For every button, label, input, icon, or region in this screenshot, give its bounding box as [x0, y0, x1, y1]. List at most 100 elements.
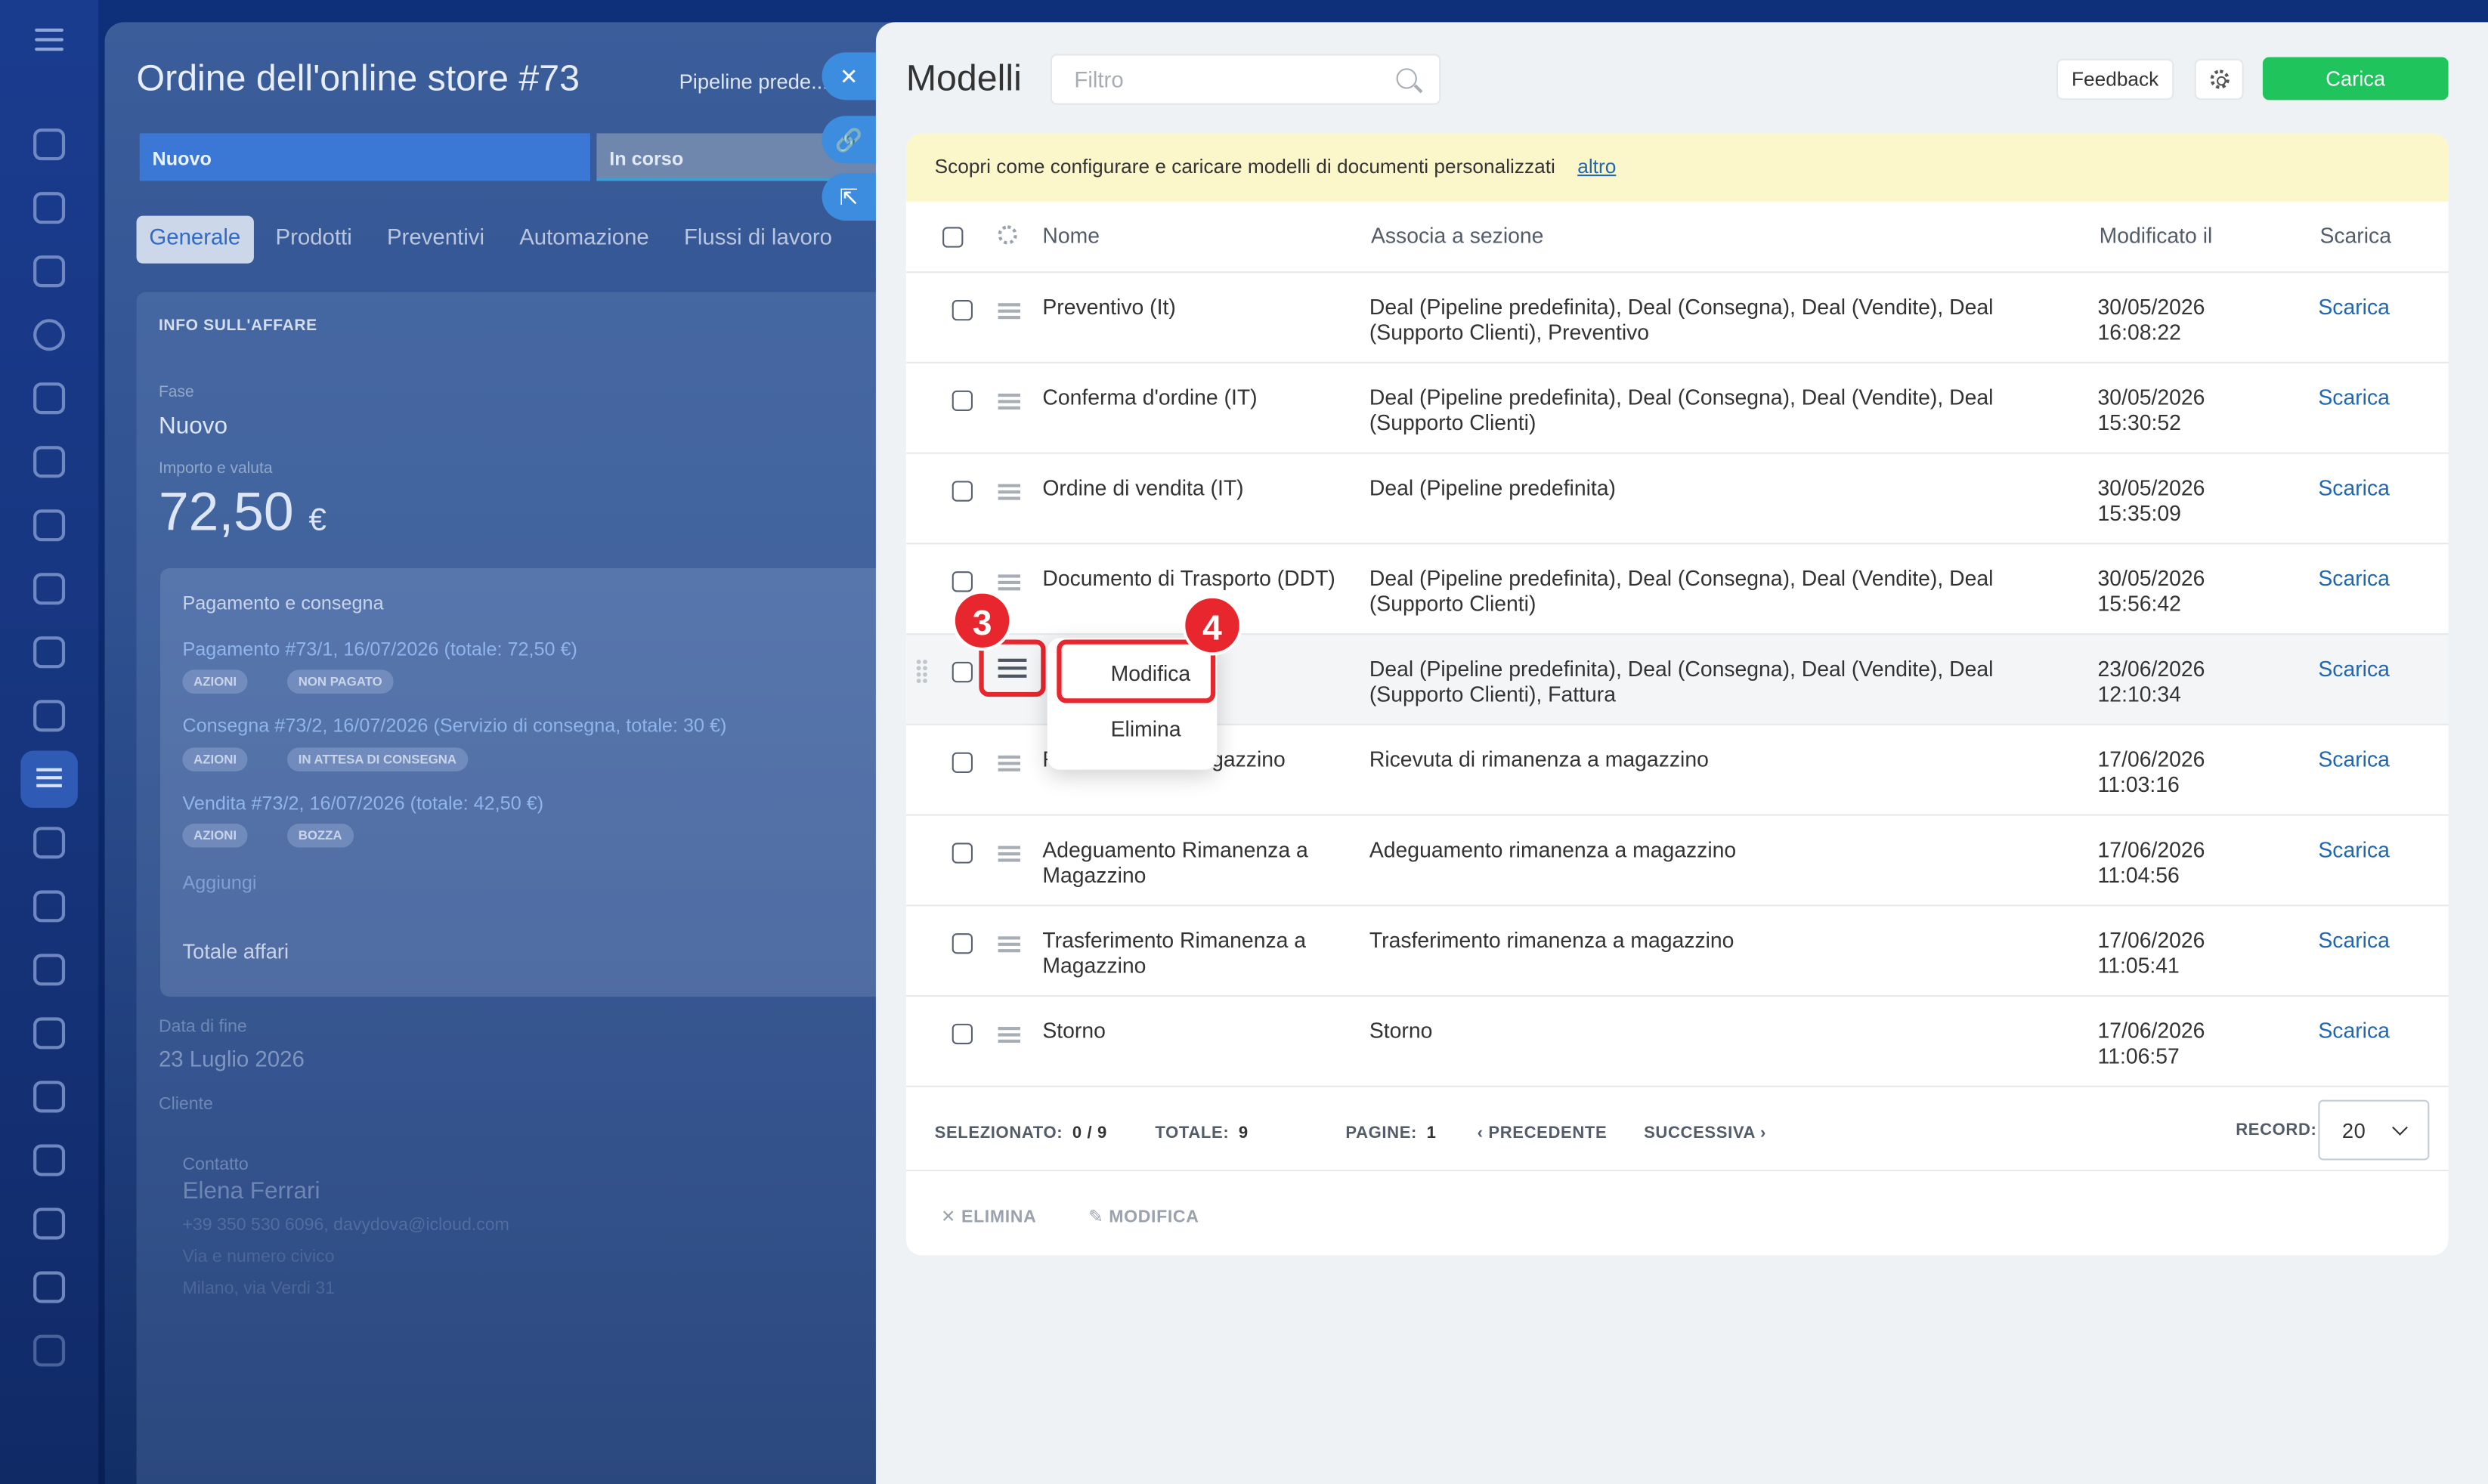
deal-pipeline[interactable]: Pipeline prede...: [679, 70, 828, 94]
end-date-value[interactable]: 23 Luglio 2026: [159, 1046, 305, 1071]
row-checkbox[interactable]: [952, 481, 973, 502]
next-page-button[interactable]: SUCCESSIVA ›: [1644, 1124, 1766, 1142]
activity-icon[interactable]: [33, 128, 66, 161]
hamburger-menu-icon[interactable]: [35, 28, 63, 51]
menu-item-delete[interactable]: Elimina: [1111, 717, 1181, 741]
chat-icon[interactable]: [33, 192, 66, 224]
stage-new[interactable]: Nuovo: [139, 133, 591, 181]
contact-info[interactable]: +39 350 530 6096, davydova@icloud.com: [182, 1216, 509, 1235]
template-name[interactable]: Conferma d'ordine (IT): [1042, 385, 1344, 411]
bulk-edit-button[interactable]: ✎ MODIFICA: [1088, 1206, 1199, 1226]
payment-link[interactable]: Pagamento #73/1, 16/07/2026 (totale: 72,…: [182, 638, 577, 660]
row-menu-icon[interactable]: [998, 393, 1020, 410]
download-link[interactable]: Scarica: [2318, 838, 2390, 862]
download-link[interactable]: Scarica: [2318, 657, 2390, 682]
row-menu-icon[interactable]: [998, 936, 1020, 953]
download-link[interactable]: Scarica: [2318, 385, 2390, 410]
prev-page-button[interactable]: ‹ PRECEDENTE: [1478, 1124, 1608, 1142]
filter-box[interactable]: [1050, 54, 1441, 105]
template-name[interactable]: Preventivo (It): [1042, 295, 1344, 321]
crm-icon[interactable]: [33, 382, 66, 415]
delivery-link[interactable]: Consegna #73/2, 16/07/2026 (Servizio di …: [182, 714, 726, 736]
inbox-icon[interactable]: [33, 700, 66, 732]
row-checkbox[interactable]: [952, 933, 973, 954]
table-row[interactable]: Documento di Trasporto (DDT) Deal (Pipel…: [905, 543, 2449, 633]
template-name[interactable]: Trasferimento Rimanenza a Magazzino: [1042, 929, 1344, 979]
row-menu-icon[interactable]: [998, 303, 1020, 320]
row-checkbox[interactable]: [952, 1023, 973, 1045]
cart-icon[interactable]: [33, 827, 66, 859]
target-icon[interactable]: [33, 319, 66, 351]
library-icon[interactable]: [33, 1081, 66, 1113]
table-row[interactable]: Conferma d'ordine (IT) Deal (Pipeline pr…: [905, 361, 2449, 453]
feedback-button[interactable]: Feedback: [2056, 58, 2174, 100]
contact-name[interactable]: Elena Ferrari: [182, 1178, 320, 1205]
warehouse-icon[interactable]: [33, 890, 66, 923]
row-menu-icon[interactable]: [998, 755, 1020, 771]
column-settings-icon[interactable]: [998, 225, 1017, 245]
link-icon[interactable]: 🔗: [822, 116, 876, 164]
row-checkbox[interactable]: [952, 571, 973, 592]
row-menu-button-icon[interactable]: [998, 658, 1027, 681]
download-link[interactable]: Scarica: [2318, 1019, 2390, 1043]
filter-list-icon[interactable]: [20, 750, 78, 808]
template-name[interactable]: Adeguamento Rimanenza a Magazzino: [1042, 838, 1344, 889]
robot-icon[interactable]: [33, 1017, 66, 1050]
row-menu-icon[interactable]: [998, 574, 1020, 591]
stage-value[interactable]: Nuovo: [159, 413, 227, 440]
template-name[interactable]: Ordine di vendita (IT): [1042, 476, 1344, 502]
file-icon[interactable]: [33, 636, 66, 669]
table-row[interactable]: Trasferimento Rimanenza a Magazzino Tras…: [905, 904, 2449, 995]
header-section[interactable]: Associa a sezione: [1371, 224, 1543, 248]
row-menu-icon[interactable]: [998, 484, 1020, 500]
row-checkbox[interactable]: [952, 299, 973, 321]
analytics-icon[interactable]: [33, 1207, 66, 1240]
download-link[interactable]: Scarica: [2318, 929, 2390, 953]
payment-actions-chip[interactable]: AZIONI: [182, 669, 248, 694]
table-row[interactable]: Adeguamento Rimanenza a Magazzino Adegua…: [905, 814, 2449, 905]
close-icon[interactable]: ✕: [822, 52, 876, 100]
settings-button[interactable]: [2194, 58, 2244, 100]
open-external-icon[interactable]: ⇱: [822, 172, 876, 221]
tab-products[interactable]: Prodotti: [263, 216, 365, 264]
banner-more-link[interactable]: altro: [1577, 156, 1616, 178]
table-row[interactable]: Storno Storno 17/06/2026 11:06:57 Scarica: [905, 995, 2449, 1086]
schedule-icon[interactable]: [33, 1144, 66, 1176]
bulk-delete-button[interactable]: ✕ ELIMINA: [941, 1206, 1036, 1226]
tab-automation[interactable]: Automazione: [506, 216, 661, 264]
search-icon[interactable]: [1396, 68, 1417, 89]
download-link[interactable]: Scarica: [2318, 476, 2390, 500]
header-name[interactable]: Nome: [1042, 224, 1100, 248]
pen-icon[interactable]: [33, 1334, 66, 1367]
download-link[interactable]: Scarica: [2318, 567, 2390, 591]
row-checkbox[interactable]: [952, 661, 973, 683]
documents-icon[interactable]: [33, 446, 66, 478]
amount-value[interactable]: 72,50 €: [159, 483, 326, 545]
id-card-icon[interactable]: [33, 954, 66, 986]
row-checkbox[interactable]: [952, 842, 973, 864]
row-menu-icon[interactable]: [998, 846, 1020, 862]
tab-workflows[interactable]: Flussi di lavoro: [671, 216, 845, 264]
template-name[interactable]: Storno: [1042, 1019, 1344, 1045]
download-link[interactable]: Scarica: [2318, 747, 2390, 771]
header-modified[interactable]: Modificato il: [2100, 224, 2213, 248]
sign-document-icon[interactable]: [33, 1271, 66, 1303]
filter-input[interactable]: [1051, 55, 1369, 104]
table-row[interactable]: Preventivo (It) Deal (Pipeline predefini…: [905, 271, 2449, 362]
download-link[interactable]: Scarica: [2318, 295, 2390, 320]
delivery-actions-chip[interactable]: AZIONI: [182, 747, 248, 771]
template-name[interactable]: Documento di Trasporto (DDT): [1042, 567, 1344, 592]
row-menu-icon[interactable]: [998, 1027, 1020, 1043]
select-all-checkbox[interactable]: [942, 227, 964, 248]
sale-actions-chip[interactable]: AZIONI: [182, 824, 248, 848]
add-link[interactable]: Aggiungi: [182, 871, 256, 893]
calendar-icon[interactable]: [33, 509, 66, 542]
drag-handle-icon[interactable]: [915, 658, 929, 685]
sale-link[interactable]: Vendita #73/2, 16/07/2026 (totale: 42,50…: [182, 792, 543, 814]
tab-general[interactable]: Generale: [136, 215, 254, 264]
records-per-page-select[interactable]: 20: [2318, 1099, 2430, 1161]
upload-button[interactable]: Carica: [2262, 57, 2449, 100]
tasks-icon[interactable]: [33, 255, 66, 288]
monitor-icon[interactable]: [33, 573, 66, 605]
row-checkbox[interactable]: [952, 390, 973, 412]
